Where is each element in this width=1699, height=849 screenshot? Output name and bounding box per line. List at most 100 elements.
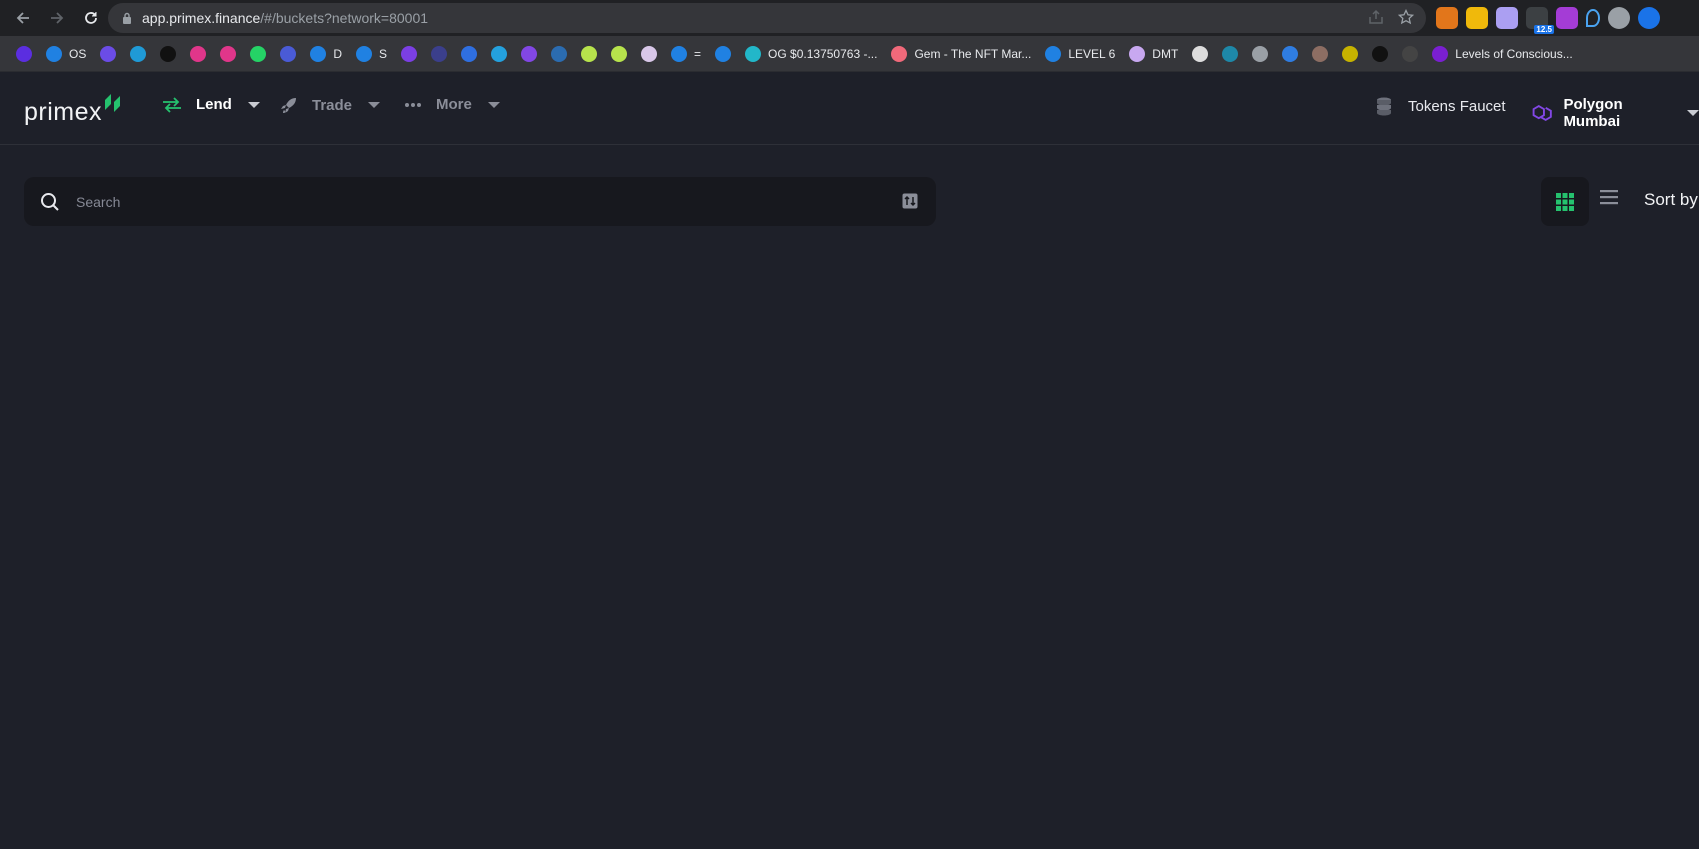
bookmark-item[interactable] [12, 42, 36, 66]
filter-button[interactable] [902, 193, 918, 214]
swap-arrows-icon [163, 96, 181, 113]
url-host: app.primex.finance [142, 10, 261, 26]
extensions-bar: 12.5 [1436, 7, 1660, 34]
chevron-down-icon [368, 102, 381, 108]
phantom-extension-icon[interactable] [1496, 7, 1518, 29]
bookmark-item[interactable]: OS [42, 42, 90, 66]
bookmark-item[interactable]: S [352, 42, 391, 66]
bookmark-favicon-icon [1222, 45, 1239, 62]
tokens-faucet-label: Tokens Faucet [1408, 97, 1506, 115]
bookmark-favicon-icon [1402, 45, 1419, 62]
bookmark-item[interactable]: Gem - The NFT Mar... [887, 42, 1035, 66]
network-label: Polygon Mumbai [1563, 96, 1623, 130]
list-view-toggle[interactable] [1600, 189, 1618, 210]
bookmark-item[interactable] [156, 42, 180, 66]
bookmark-item[interactable] [637, 42, 661, 66]
bookmark-favicon-icon [1282, 45, 1299, 62]
bookmark-item[interactable] [711, 42, 735, 66]
bookmark-item[interactable] [517, 42, 541, 66]
bookmark-favicon-icon [46, 45, 62, 62]
network-selector[interactable]: Polygon Mumbai [1531, 96, 1699, 130]
bookmark-favicon-icon [1312, 45, 1329, 62]
bookmark-label: Gem - The NFT Mar... [914, 46, 1032, 61]
back-button[interactable] [10, 5, 36, 31]
bookmark-item[interactable] [1338, 42, 1362, 66]
bookmark-star-icon[interactable] [1398, 9, 1414, 25]
bookmark-item[interactable] [1218, 42, 1242, 66]
bookmark-item[interactable] [397, 42, 421, 66]
arrow-left-icon [16, 12, 29, 24]
bookmark-item[interactable] [1248, 42, 1272, 66]
bookmark-item[interactable] [547, 42, 571, 66]
list-icon [1600, 190, 1618, 205]
forward-button[interactable] [44, 5, 70, 31]
tokens-faucet-button[interactable]: Tokens Faucet [1374, 96, 1506, 116]
bookmark-favicon-icon [356, 45, 373, 62]
polygon-icon [1532, 104, 1552, 122]
bookmark-favicon-icon [521, 45, 538, 62]
bookmark-item[interactable] [186, 42, 210, 66]
bookmark-item[interactable] [457, 42, 481, 66]
bookmark-item[interactable] [96, 42, 120, 66]
search-input[interactable] [76, 193, 876, 210]
extension-badge: 12.5 [1534, 25, 1554, 34]
bookmark-item[interactable] [1308, 42, 1332, 66]
circle-extension-icon[interactable] [1608, 7, 1630, 29]
grid-view-toggle[interactable] [1541, 177, 1589, 226]
bookmark-favicon-icon [250, 45, 267, 62]
drop-extension-icon[interactable] [1586, 9, 1600, 27]
bookmark-favicon-icon [160, 45, 177, 62]
arrow-right-icon [51, 12, 64, 24]
app-header: primex Lend Trade More Tokens Faucet Pol… [0, 72, 1699, 145]
nav-more[interactable]: More [404, 96, 500, 113]
nav-lend[interactable]: Lend [162, 96, 260, 113]
badge-extension-icon[interactable]: 12.5 [1526, 7, 1554, 34]
bookmark-favicon-icon [611, 45, 628, 62]
grid-icon [1556, 192, 1574, 211]
hexagon-extension-icon[interactable] [1556, 7, 1578, 29]
bookmark-item[interactable]: = [667, 42, 705, 66]
coins-stack-icon [1377, 97, 1391, 116]
bookmark-favicon-icon [310, 45, 327, 62]
bookmark-item[interactable] [577, 42, 601, 66]
metamask-extension-icon[interactable] [1436, 7, 1458, 29]
binance-extension-icon[interactable] [1466, 7, 1488, 29]
nav-more-label: More [436, 96, 472, 113]
lock-icon [123, 12, 131, 24]
bookmark-item[interactable] [607, 42, 631, 66]
bookmark-item[interactable]: D [306, 42, 346, 66]
bookmark-item[interactable] [1368, 42, 1392, 66]
bookmark-item[interactable] [276, 42, 300, 66]
bookmark-favicon-icon [431, 45, 448, 62]
bookmark-item[interactable]: LEVEL 6 [1041, 42, 1119, 66]
bookmark-item[interactable] [427, 42, 451, 66]
bookmark-item[interactable] [1188, 42, 1212, 66]
bookmark-item[interactable] [216, 42, 240, 66]
bookmark-item[interactable] [1398, 42, 1422, 66]
bookmark-item[interactable] [487, 42, 511, 66]
bookmark-item[interactable] [246, 42, 270, 66]
bookmark-favicon-icon [745, 45, 762, 62]
bookmark-favicon-icon [581, 45, 598, 62]
main-content: Sort by [0, 145, 1699, 849]
swap-extension-icon[interactable] [1638, 7, 1660, 29]
bookmark-item[interactable] [1278, 42, 1302, 66]
bookmark-favicon-icon [641, 45, 658, 62]
address-bar[interactable]: app.primex.finance/#/buckets?network=800… [108, 3, 1426, 33]
bookmark-favicon-icon [1372, 45, 1389, 62]
bookmark-item[interactable]: OG $0.13750763 -... [741, 42, 881, 66]
nav-trade-label: Trade [312, 96, 353, 114]
bookmark-item[interactable] [126, 42, 150, 66]
sort-by-dropdown[interactable]: Sort by [1644, 190, 1698, 210]
bookmark-label: D [333, 46, 343, 61]
nav-lend-label: Lend [196, 96, 232, 113]
bookmark-favicon-icon [1192, 45, 1209, 62]
bookmark-favicon-icon [16, 45, 32, 62]
bookmark-item[interactable]: DMT [1125, 42, 1182, 66]
share-icon[interactable] [1368, 9, 1384, 25]
nav-trade[interactable]: Trade [280, 96, 381, 114]
primex-logo[interactable]: primex [24, 80, 125, 127]
reload-button[interactable] [78, 5, 104, 31]
bookmark-item[interactable]: Levels of Conscious... [1428, 42, 1576, 66]
bookmark-label: = [694, 46, 702, 61]
